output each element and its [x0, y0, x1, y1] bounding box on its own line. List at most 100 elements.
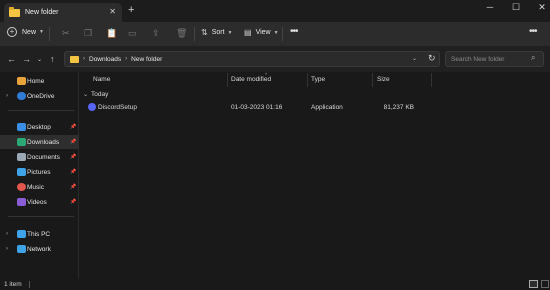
chevron-right-icon: ›: [83, 56, 85, 62]
column-divider[interactable]: [372, 73, 373, 87]
pin-icon[interactable]: 📌: [70, 124, 76, 130]
search-placeholder: Search New folder: [451, 56, 505, 63]
pin-icon[interactable]: 📌: [70, 199, 76, 205]
file-size: 81,237 KB: [383, 104, 414, 111]
sidebar-item-music[interactable]: Music 📌: [0, 180, 79, 194]
rename-icon[interactable]: ▭: [128, 28, 137, 39]
details-pane-button[interactable]: •••: [529, 26, 537, 37]
chevron-down-icon: ⌄: [83, 92, 89, 98]
sidebar-item-label: Music: [27, 183, 44, 191]
video-icon: [17, 198, 26, 206]
breadcrumb-new-folder[interactable]: New folder: [131, 56, 162, 63]
sidebar-item-label: This PC: [27, 230, 51, 238]
up-icon[interactable]: ↑: [50, 54, 55, 64]
back-icon[interactable]: ←: [7, 54, 16, 64]
address-bar[interactable]: › Downloads › New folder: [64, 51, 440, 67]
toolbar-divider: [282, 27, 283, 41]
tab-new-folder[interactable]: New folder ✕: [4, 3, 122, 22]
column-divider[interactable]: [431, 73, 432, 87]
sidebar-item-desktop[interactable]: Desktop 📌: [0, 120, 79, 134]
details-view-icon[interactable]: [529, 280, 538, 288]
pin-icon[interactable]: 📌: [70, 184, 76, 190]
column-divider[interactable]: [307, 73, 308, 87]
home-icon: [17, 77, 26, 85]
maximize-button[interactable]: ☐: [509, 2, 523, 13]
chevron-down-icon: ▼: [227, 29, 233, 36]
close-tab-icon[interactable]: ✕: [109, 7, 116, 16]
refresh-icon[interactable]: ↻: [428, 53, 436, 64]
chevron-down-icon: ▼: [39, 29, 44, 35]
sidebar-item-label: OneDrive: [27, 92, 55, 100]
sidebar-item-label: Desktop: [27, 123, 51, 131]
new-label: New: [22, 28, 37, 36]
sidebar-item-downloads[interactable]: Downloads 📌: [0, 135, 79, 149]
sidebar-item-label: Home: [27, 77, 45, 85]
navigation-pane: Home › OneDrive Desktop 📌 Downloads 📌 Do…: [0, 72, 79, 279]
new-button[interactable]: + New ▼: [7, 27, 44, 37]
group-label: Today: [91, 91, 109, 98]
minimize-button[interactable]: ─: [483, 2, 497, 12]
folder-icon: [9, 6, 20, 17]
desktop-icon: [17, 123, 26, 131]
file-name[interactable]: DiscordSetup: [98, 104, 137, 111]
sidebar-item-label: Pictures: [27, 168, 51, 176]
column-header-type[interactable]: Type: [311, 76, 325, 83]
view-label: View: [255, 29, 271, 36]
forward-icon[interactable]: →: [22, 54, 31, 64]
sort-label: Sort: [211, 29, 225, 36]
folder-icon: [70, 55, 79, 63]
group-header-today[interactable]: ⌄ Today: [83, 91, 108, 98]
computer-icon: [17, 230, 26, 238]
sidebar-item-videos[interactable]: Videos 📌: [0, 195, 79, 209]
share-icon[interactable]: ⇪: [152, 28, 160, 39]
toolbar-divider: [194, 27, 195, 41]
column-divider[interactable]: [227, 73, 228, 87]
sidebar-item-home[interactable]: Home: [0, 74, 79, 88]
column-header-date-modified[interactable]: Date modified: [231, 76, 271, 83]
toolbar-divider: [49, 27, 50, 41]
file-date-modified: 01-03-2023 01:16: [231, 104, 283, 111]
address-dropdown-icon[interactable]: ⌄: [412, 55, 417, 62]
pin-icon[interactable]: 📌: [70, 169, 76, 175]
sidebar-item-pictures[interactable]: Pictures 📌: [0, 165, 79, 179]
delete-icon[interactable]: 🗑: [176, 28, 187, 39]
network-icon: [17, 245, 26, 253]
column-header-name[interactable]: Name: [93, 76, 110, 83]
file-type: Application: [311, 104, 343, 111]
chevron-right-icon[interactable]: ›: [6, 231, 8, 237]
chevron-right-icon[interactable]: ›: [6, 246, 8, 252]
cut-icon[interactable]: ✂: [62, 28, 70, 39]
close-window-button[interactable]: ✕: [535, 2, 549, 13]
chevron-right-icon[interactable]: ›: [6, 93, 8, 99]
paste-icon[interactable]: 📋: [106, 28, 117, 39]
status-bar: [0, 279, 550, 290]
sort-button[interactable]: ⇅ Sort ▼: [201, 28, 233, 37]
pin-icon[interactable]: 📌: [70, 139, 76, 145]
view-button[interactable]: ▤ View ▼: [244, 28, 279, 37]
sidebar-item-label: Network: [27, 245, 51, 253]
sidebar-item-network[interactable]: › Network: [0, 242, 79, 256]
recent-locations-icon[interactable]: ⌄: [37, 56, 42, 63]
sidebar-divider: [8, 216, 74, 217]
cloud-icon: [17, 92, 26, 100]
plus-icon: +: [7, 27, 17, 37]
tiles-view-icon[interactable]: [541, 280, 549, 288]
copy-icon[interactable]: ❐: [84, 28, 92, 39]
more-options-button[interactable]: •••: [290, 26, 298, 37]
sidebar-item-documents[interactable]: Documents 📌: [0, 150, 79, 164]
chevron-right-icon: ›: [125, 56, 128, 62]
status-divider: [29, 281, 30, 288]
breadcrumb-downloads[interactable]: Downloads: [89, 56, 121, 63]
picture-icon: [17, 168, 26, 176]
sidebar-item-this-pc[interactable]: › This PC: [0, 227, 79, 241]
column-header-size[interactable]: Size: [377, 76, 390, 83]
sidebar-item-onedrive[interactable]: › OneDrive: [0, 89, 79, 103]
view-icon: ▤: [244, 28, 252, 37]
download-icon: [17, 138, 26, 146]
music-icon: [17, 183, 26, 191]
new-tab-button[interactable]: +: [128, 4, 134, 16]
pin-icon[interactable]: 📌: [70, 154, 76, 160]
document-icon: [17, 153, 26, 161]
sidebar-item-label: Downloads: [27, 138, 60, 146]
tab-title: New folder: [25, 9, 59, 16]
